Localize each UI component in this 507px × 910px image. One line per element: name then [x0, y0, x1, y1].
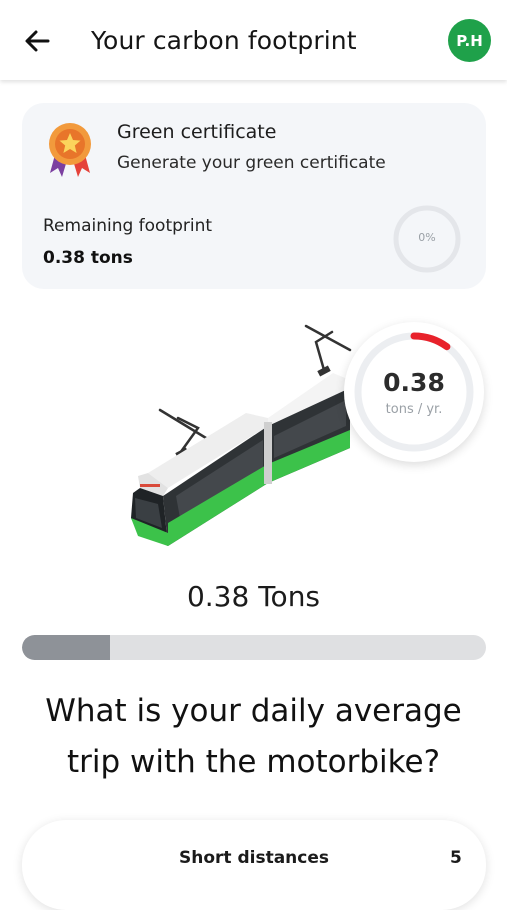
certificate-title: Green certificate: [117, 121, 277, 143]
arrow-left-icon[interactable]: [22, 26, 52, 56]
remaining-footprint-value: 0.38 tons: [43, 248, 133, 268]
total-tons-label: 0.38 Tons: [186, 580, 321, 613]
page-title: Your carbon footprint: [91, 26, 357, 55]
green-certificate-card[interactable]: Green certificate Generate your green ce…: [22, 103, 486, 289]
tram-illustration: [131, 324, 352, 546]
app-header: Your carbon footprint P.H: [0, 0, 507, 80]
gauge-progress-arc: [410, 332, 451, 351]
footprint-progress-fill: [22, 635, 111, 660]
gauge-unit: tons / yr.: [385, 402, 443, 417]
option-value: 5: [450, 848, 462, 868]
certificate-percent: 0%: [418, 231, 436, 244]
option-short-distances[interactable]: Short distances 5: [22, 820, 486, 910]
remaining-footprint-label: Remaining footprint: [43, 216, 213, 236]
question-text: What is your daily average trip with the…: [45, 693, 462, 780]
option-label: Short distances: [179, 848, 329, 868]
medal-icon: [49, 123, 91, 177]
avatar[interactable]: P.H: [448, 19, 491, 62]
certificate-subtitle: Generate your green certificate: [117, 153, 386, 173]
footprint-progress-bar: [22, 635, 486, 660]
gauge-value: 0.38: [383, 368, 445, 397]
